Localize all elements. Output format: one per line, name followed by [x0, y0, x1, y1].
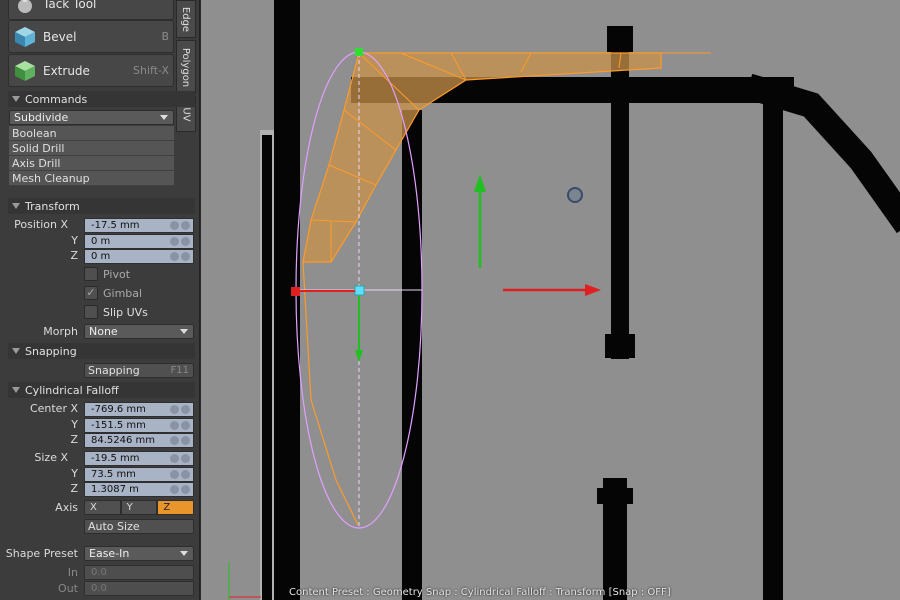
center-x-field[interactable]: -769.6 mm — [84, 402, 194, 417]
center-x-label: Center X — [29, 402, 78, 415]
falloff-x-axis-handle[interactable] — [291, 287, 355, 296]
gimbal-label: Gimbal — [103, 287, 143, 300]
center-z-field[interactable]: 84.5246 mm — [84, 433, 194, 448]
axis-orientation-icon — [228, 562, 261, 600]
position-y-field[interactable]: 0 m — [84, 234, 194, 249]
center-y-field[interactable]: -151.5 mm — [84, 418, 194, 433]
size-x-label: Size X — [34, 451, 68, 464]
3d-viewport[interactable]: Content Preset : Geometry Snap : Cylindr… — [201, 0, 900, 600]
chevron-down-icon — [180, 329, 188, 334]
axis-x-button[interactable]: X — [84, 500, 121, 515]
stepper-icon[interactable] — [170, 485, 190, 494]
cylindrical-falloff-header[interactable]: Cylindrical Falloff — [8, 382, 195, 398]
stepper-icon[interactable] — [170, 421, 190, 430]
tool-panel: Tack Tool Bevel B Extrude Shift-X Edge P… — [0, 0, 200, 600]
stepper-icon[interactable] — [170, 221, 190, 230]
transform-gizmo[interactable] — [474, 174, 601, 296]
tack-tool-label: Tack Tool — [43, 0, 97, 11]
bevel-label: Bevel — [43, 29, 77, 44]
pivot-checkbox[interactable] — [84, 267, 98, 281]
bevel-cube-icon — [15, 26, 35, 47]
commands-header[interactable]: Commands — [8, 91, 195, 107]
in-field: 0.0 — [84, 565, 194, 580]
bevel-shortcut: B — [161, 30, 169, 43]
tab-edge[interactable]: Edge — [176, 0, 196, 38]
center-z-label: Z — [70, 433, 78, 446]
falloff-y-axis-handle[interactable] — [355, 296, 363, 362]
tab-polygon[interactable]: Polygon — [176, 40, 196, 94]
pivot-label: Pivot — [103, 268, 131, 281]
falloff-handle-center[interactable] — [354, 285, 365, 296]
snapping-header[interactable]: Snapping — [8, 343, 195, 359]
stepper-icon[interactable] — [170, 470, 190, 479]
stepper-icon[interactable] — [170, 252, 190, 261]
position-z-field[interactable]: 0 m — [84, 249, 194, 264]
extrude-shortcut: Shift-X — [133, 64, 169, 77]
morph-dropdown[interactable]: None — [84, 324, 194, 339]
morph-label: Morph — [43, 325, 78, 338]
in-label: In — [67, 566, 78, 579]
viewport-status-bar: Content Preset : Geometry Snap : Cylindr… — [289, 587, 671, 598]
size-y-label: Y — [71, 467, 78, 480]
falloff-handle-top[interactable] — [355, 48, 363, 56]
shape-preset-label: Shape Preset — [5, 547, 78, 560]
shape-preset-dropdown[interactable]: Ease-In — [84, 546, 194, 561]
center-y-label: Y — [71, 418, 78, 431]
chevron-down-icon — [160, 115, 168, 120]
position-x-label: Position X — [14, 218, 68, 231]
collapse-triangle-icon — [12, 96, 20, 102]
slip-uvs-checkbox[interactable] — [84, 305, 98, 319]
gimbal-checkbox[interactable]: ✓ — [84, 286, 98, 300]
slip-uvs-label: Slip UVs — [103, 306, 148, 319]
auto-size-button[interactable]: Auto Size — [84, 519, 194, 534]
extrude-label: Extrude — [43, 63, 90, 78]
bevel-button[interactable]: Bevel B — [8, 20, 174, 53]
axis-y-button[interactable]: Y — [120, 500, 158, 515]
chevron-down-icon — [180, 551, 188, 556]
axis-z-button[interactable]: Z — [157, 500, 195, 515]
size-z-field[interactable]: 1.3087 m — [84, 482, 194, 497]
collapse-triangle-icon — [12, 387, 20, 393]
extrude-cube-icon — [15, 60, 35, 81]
tack-tool-button[interactable]: Tack Tool — [8, 0, 174, 20]
extrude-button[interactable]: Extrude Shift-X — [8, 54, 174, 87]
snapping-shortcut: F11 — [170, 365, 189, 376]
solid-drill-button[interactable]: Solid Drill — [9, 141, 174, 156]
size-x-field[interactable]: -19.5 mm — [84, 451, 194, 466]
axis-drill-button[interactable]: Axis Drill — [9, 156, 174, 171]
axis-label: Axis — [55, 501, 78, 514]
transform-header[interactable]: Transform — [8, 198, 195, 214]
size-z-label: Z — [70, 482, 78, 495]
axis-selector: X Y Z — [84, 500, 195, 515]
collapse-triangle-icon — [12, 203, 20, 209]
out-label: Out — [58, 582, 78, 595]
viewport-canvas — [228, 0, 900, 600]
stepper-icon[interactable] — [170, 436, 190, 445]
size-y-field[interactable]: 73.5 mm — [84, 467, 194, 482]
stepper-icon[interactable] — [170, 237, 190, 246]
snapping-button[interactable]: Snapping F11 — [84, 363, 194, 378]
out-field: 0.0 — [84, 581, 194, 596]
tack-icon — [18, 0, 32, 13]
collapse-triangle-icon — [12, 348, 20, 354]
mesh-cleanup-button[interactable]: Mesh Cleanup — [9, 171, 174, 186]
position-x-field[interactable]: -17.5 mm — [84, 218, 194, 233]
position-z-label: Z — [70, 249, 78, 262]
position-y-label: Y — [71, 234, 78, 247]
stepper-icon[interactable] — [170, 405, 190, 414]
gizmo-center-handle[interactable] — [567, 187, 583, 203]
side-tab-strip: Edge Polygon UV — [176, 0, 196, 135]
stepper-icon[interactable] — [170, 454, 190, 463]
boolean-button[interactable]: Boolean — [9, 126, 174, 141]
subdivide-dropdown[interactable]: Subdivide — [9, 110, 174, 125]
